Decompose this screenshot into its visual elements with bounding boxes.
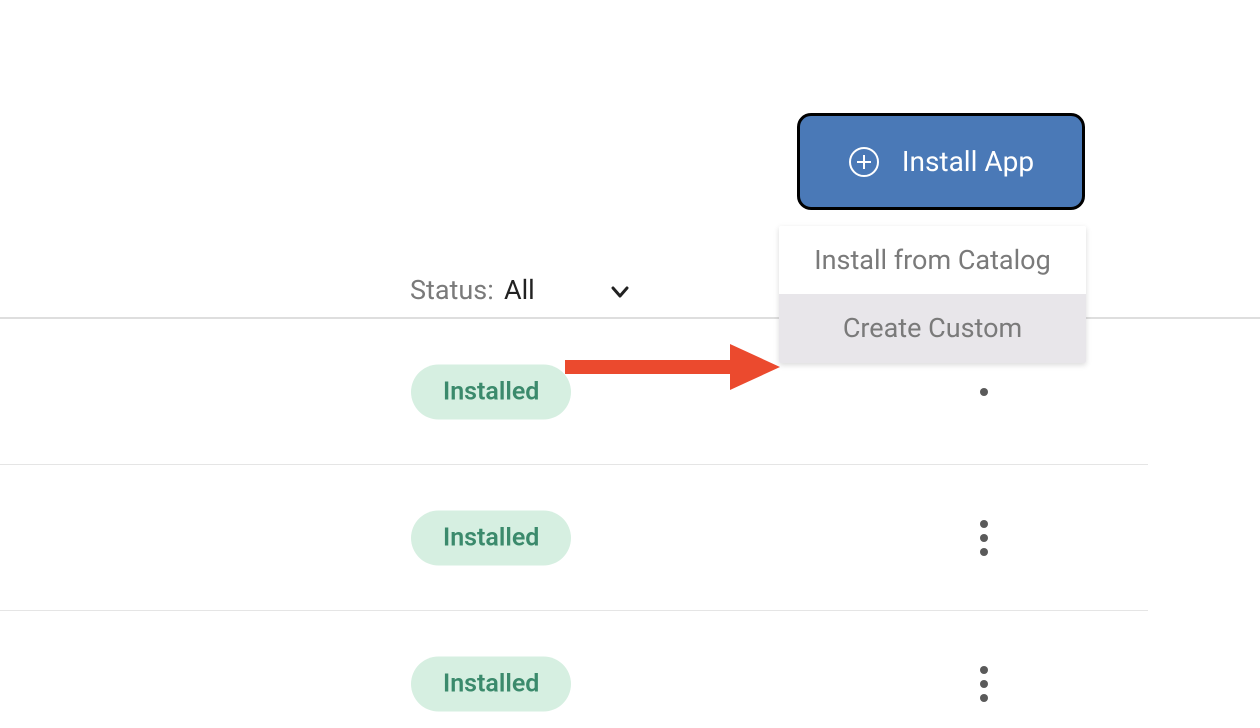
- row-actions-menu-button[interactable]: [972, 658, 996, 710]
- install-app-label: Install App: [902, 145, 1034, 178]
- status-badge: Installed: [411, 510, 571, 565]
- install-app-button[interactable]: Install App: [797, 113, 1085, 210]
- table-row: Installed: [0, 611, 1148, 728]
- status-filter-value[interactable]: All: [504, 274, 535, 306]
- row-actions-menu-button[interactable]: [972, 366, 996, 418]
- status-filter-label: Status:: [410, 274, 494, 306]
- dropdown-item-create-custom[interactable]: Create Custom: [779, 294, 1086, 362]
- plus-circle-icon: [848, 146, 880, 178]
- status-badge: Installed: [411, 656, 571, 711]
- status-badge: Installed: [411, 364, 571, 419]
- row-actions-menu-button[interactable]: [972, 512, 996, 564]
- chevron-down-icon[interactable]: [609, 281, 631, 307]
- dropdown-item-install-from-catalog[interactable]: Install from Catalog: [779, 226, 1086, 294]
- table-row: Installed: [0, 465, 1148, 611]
- install-app-dropdown: Install from Catalog Create Custom: [779, 226, 1086, 363]
